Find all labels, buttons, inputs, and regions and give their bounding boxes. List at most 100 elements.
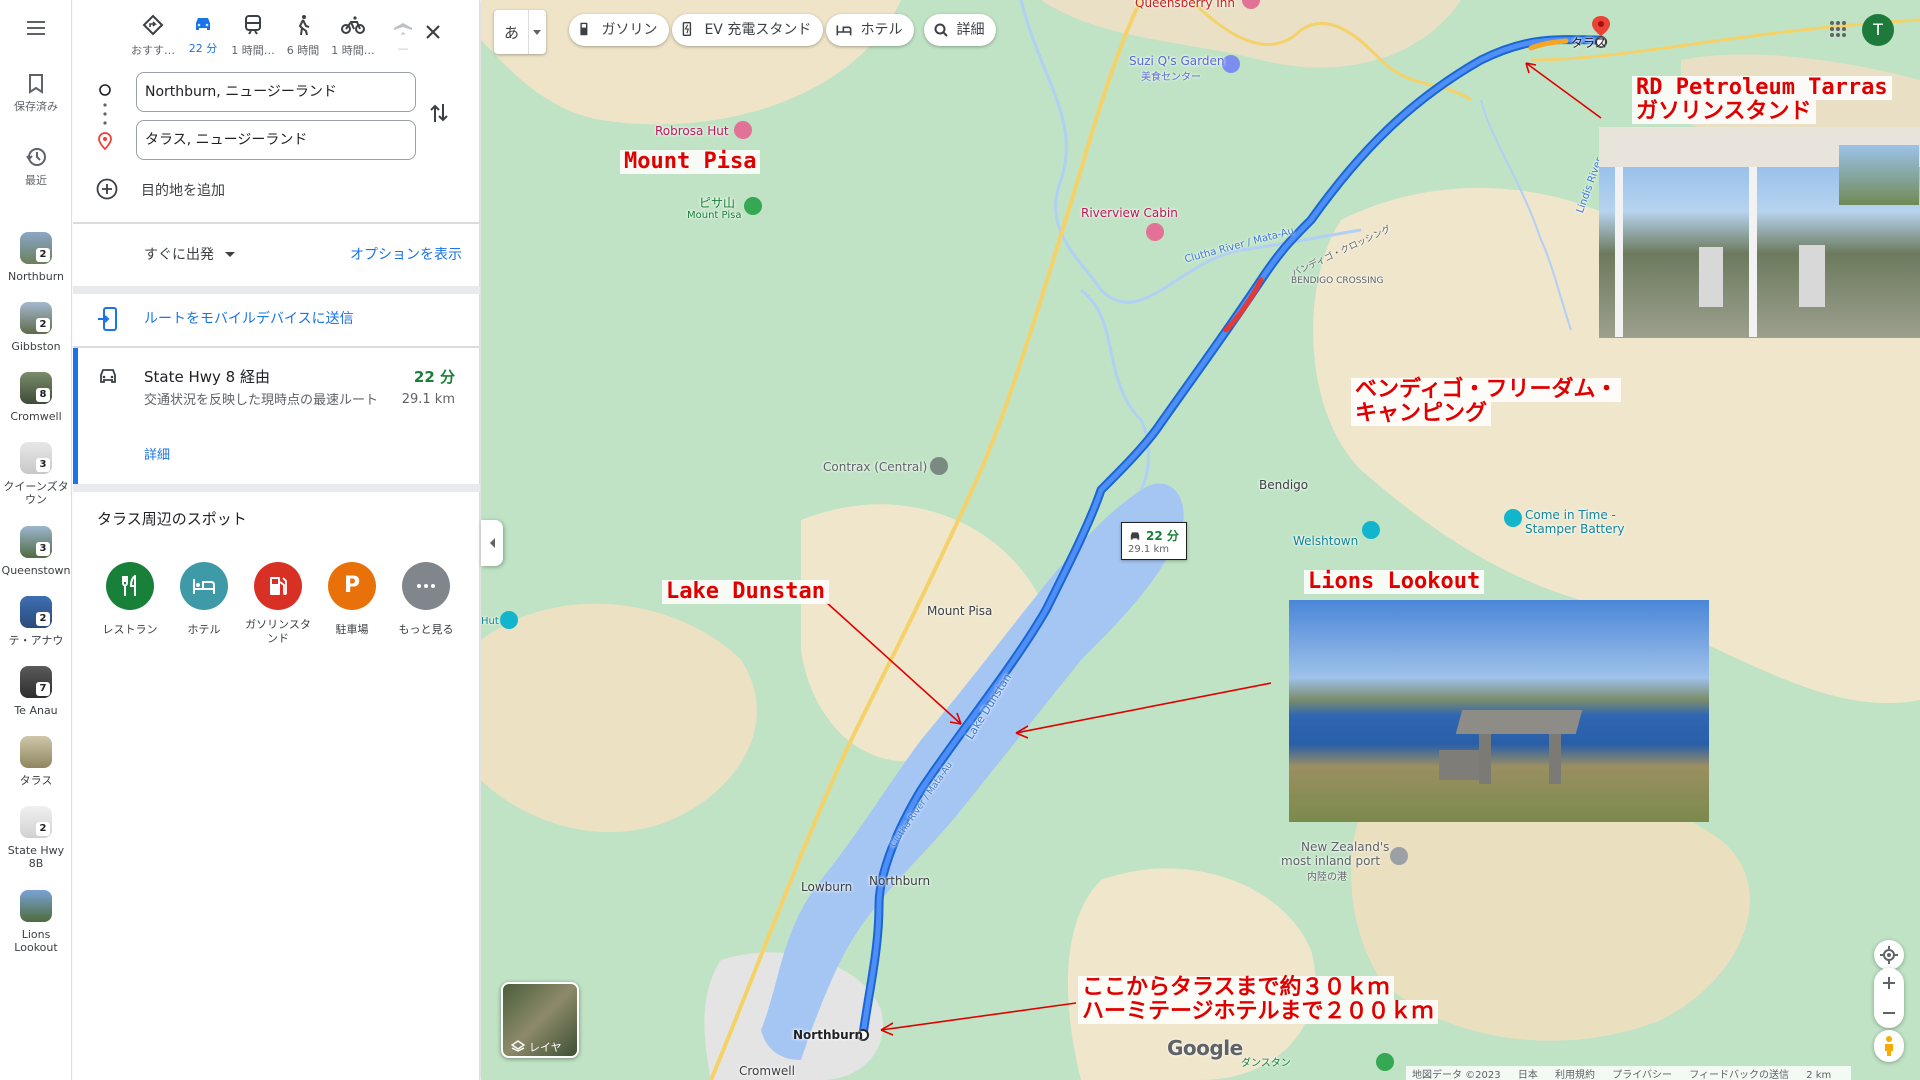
- map-label-riverview: Riverview Cabin: [1081, 206, 1178, 220]
- send-to-mobile-button[interactable]: ルートをモバイルデバイスに送信: [73, 294, 480, 346]
- history-item-te-anau-jp[interactable]: 2 テ・アナウ: [0, 596, 72, 647]
- apps-button[interactable]: [1829, 20, 1851, 42]
- history-item-tarras[interactable]: タラス: [0, 736, 72, 787]
- parking-circle: P: [328, 562, 376, 610]
- history-thumbnail: [20, 890, 52, 922]
- origin-circle-icon: [99, 84, 111, 96]
- photo-lions-lookout: [1289, 600, 1709, 822]
- zoom-in-button[interactable]: [1874, 968, 1904, 998]
- route-time-badge[interactable]: 22 分 29.1 km: [1121, 522, 1187, 560]
- collapse-panel-button[interactable]: [481, 520, 503, 566]
- selected-route-indicator: [73, 348, 78, 484]
- feedback-link[interactable]: フィードバックの送信: [1689, 1070, 1789, 1080]
- history-item-cromwell[interactable]: 8 Cromwell: [0, 372, 72, 423]
- show-options-link[interactable]: オプションを表示: [350, 244, 462, 264]
- layers-icon: [511, 1040, 525, 1052]
- zoom-controls: [1874, 968, 1904, 1028]
- airplane-icon: [394, 15, 412, 35]
- annotation-bendigo-2: キャンピング: [1351, 402, 1492, 426]
- history-item-te-anau[interactable]: 7 Te Anau: [0, 666, 72, 717]
- ime-toggle[interactable]: あ: [494, 10, 546, 54]
- map-label-suzi: Suzi Q's Garden: [1129, 54, 1225, 68]
- history-item-queenstown-jp[interactable]: 3 クイーンズタウン: [0, 442, 72, 506]
- train-icon: [245, 15, 261, 35]
- map-label-nz-prison-2: most inland port: [1281, 854, 1381, 868]
- nearby-parking-button[interactable]: P 駐車場: [315, 562, 389, 637]
- map-label-dunstan-jp: ダンスタン: [1241, 1058, 1291, 1069]
- map-label-contrax: Contrax (Central): [823, 460, 928, 474]
- hotel-circle: [180, 562, 228, 610]
- chip-more[interactable]: 詳細: [924, 14, 997, 46]
- annotation-lake-dunstan: Lake Dunstan: [662, 580, 829, 604]
- history-item-gibbston[interactable]: 2 Gibbston: [0, 302, 72, 353]
- history-item-northburn[interactable]: 2 Northburn: [0, 232, 72, 283]
- map-label-bendigo: Bendigo: [1259, 478, 1309, 492]
- close-icon: [426, 25, 440, 39]
- bicycle-icon: [341, 16, 365, 34]
- annotation-lions-lookout: Lions Lookout: [1304, 570, 1485, 594]
- route-time: 22 分: [413, 368, 455, 386]
- history-thumbnail: 3: [20, 526, 52, 558]
- history-thumbnail: 8: [20, 372, 52, 404]
- more-dots-icon: [417, 584, 435, 588]
- layers-button[interactable]: レイヤ: [501, 982, 579, 1058]
- nearby-hotel-button[interactable]: ホテル: [167, 562, 241, 637]
- map-label-cromwell: Cromwell: [739, 1064, 795, 1078]
- privacy-link[interactable]: プライバシー: [1612, 1070, 1672, 1080]
- saved-button[interactable]: 保存済み: [0, 74, 72, 114]
- nearby-gas-station-button[interactable]: ガソリンスタンド: [241, 562, 315, 646]
- route-dots-icon: [103, 103, 107, 125]
- route-option[interactable]: State Hwy 8 経由 22 分 交通状況を反映した現時点の最速ルート 2…: [73, 348, 480, 484]
- chip-gas[interactable]: ガソリン: [569, 14, 670, 46]
- history-thumbnail: 2: [20, 596, 52, 628]
- mode-bike[interactable]: 1 時間…: [328, 14, 378, 58]
- swap-icon: [430, 104, 448, 122]
- mode-drive[interactable]: 22 分: [178, 11, 228, 56]
- bed-icon: [193, 579, 215, 594]
- route-description: 交通状況を反映した現時点の最速ルート: [144, 393, 379, 408]
- car-icon: [100, 369, 116, 383]
- scale-bar: 2 km: [1806, 1070, 1832, 1080]
- history-item-state-hwy-8b[interactable]: 2 State Hwy 8B: [0, 806, 72, 870]
- my-location-button[interactable]: [1874, 940, 1904, 970]
- gas-pump-icon: [270, 577, 287, 596]
- pegman-icon: [1885, 1036, 1893, 1056]
- origin-input[interactable]: Northburn, ニュージーランド: [136, 72, 416, 112]
- mode-best[interactable]: おすす…: [128, 14, 178, 58]
- add-circle-icon: [96, 178, 118, 200]
- swap-button[interactable]: [430, 102, 448, 128]
- minus-icon: [1883, 1012, 1895, 1014]
- left-rail: 保存済み 最近 2 Northburn 2 Gibbston 8 Cromwel…: [0, 0, 72, 1080]
- photo-gas-station: [1599, 127, 1920, 338]
- menu-button[interactable]: [0, 20, 72, 40]
- close-directions-button[interactable]: [421, 20, 445, 44]
- history-item-queenstown[interactable]: 3 Queenstown: [0, 526, 72, 577]
- destination-pin-icon: [98, 132, 112, 150]
- history-icon: [26, 148, 46, 166]
- mode-walk[interactable]: 6 時間: [278, 14, 328, 58]
- map-label-queensberry: Queensberry Inn: [1135, 0, 1235, 10]
- street-view-button[interactable]: [1874, 1030, 1904, 1062]
- route-details-link[interactable]: 詳細: [144, 444, 170, 463]
- mode-transit[interactable]: 1 時間…: [228, 14, 278, 58]
- map-label-pisa-en: Mount Pisa: [687, 210, 742, 221]
- divider: [73, 286, 480, 294]
- recent-button[interactable]: 最近: [0, 146, 72, 188]
- chip-hotel[interactable]: ホテル: [826, 14, 915, 46]
- chip-ev-charging[interactable]: EV 充電スタンド: [672, 14, 824, 46]
- annotation-rd-petroleum-1: RD Petroleum Tarras: [1632, 76, 1892, 100]
- account-avatar[interactable]: T: [1862, 14, 1894, 46]
- destination-input[interactable]: タラス, ニュージーランド: [136, 120, 416, 160]
- history-thumbnail: 2: [20, 806, 52, 838]
- terms-link[interactable]: 利用規約: [1555, 1070, 1595, 1080]
- ev-charging-icon: [682, 22, 692, 36]
- add-destination-button[interactable]: 目的地を追加: [96, 176, 356, 200]
- map-canvas[interactable]: タラス Queensberry Inn Suzi Q's Garden 美食セン…: [481, 0, 1920, 1080]
- nearby-more-button[interactable]: もっと見る: [389, 562, 463, 637]
- nearby-restaurant-button[interactable]: レストラン: [93, 562, 167, 637]
- depart-now-dropdown[interactable]: すぐに出発: [144, 244, 236, 264]
- google-logo: Google: [1167, 1036, 1243, 1060]
- zoom-out-button[interactable]: [1874, 998, 1904, 1028]
- history-item-lions-lookout[interactable]: Lions Lookout: [0, 890, 72, 954]
- map-label-nz-prison-3: 内陸の港: [1307, 872, 1347, 883]
